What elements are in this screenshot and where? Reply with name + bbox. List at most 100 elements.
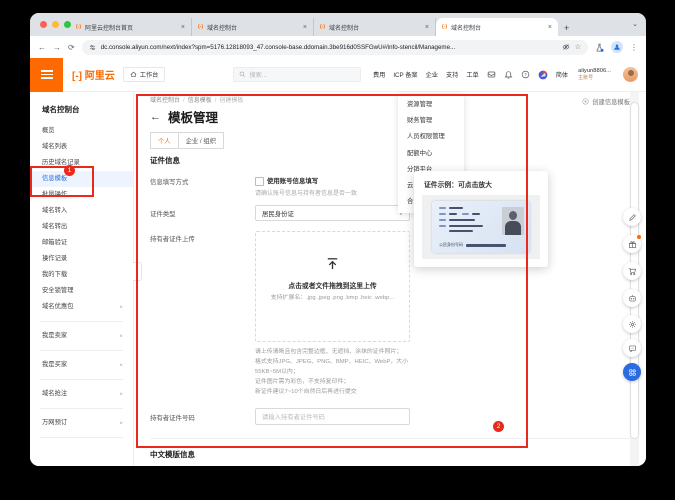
breadcrumb: 域名控制台 / 信息模板 / 创建模板 bbox=[150, 98, 244, 104]
sidebar-collapse-handle[interactable]: ‹ bbox=[133, 262, 142, 281]
browser-tab[interactable]: (-) 域名控制台 × bbox=[314, 18, 436, 36]
colorful-globe-icon[interactable] bbox=[538, 70, 548, 80]
cart-button[interactable] bbox=[623, 262, 641, 280]
cert-upload-dropzone[interactable]: 点击或者文件拖拽到这里上传 支持扩展名：.jpg .jpeg .png .bmp… bbox=[255, 231, 410, 342]
tab-personal[interactable]: 个人 bbox=[150, 132, 178, 149]
checkbox-label[interactable]: 使用账号信息填写 bbox=[267, 176, 318, 185]
menu-item-quota[interactable]: 配额中心 bbox=[398, 146, 464, 162]
sidebar-item-overview[interactable]: 概览 bbox=[30, 123, 133, 139]
sidebar-item-email-verify[interactable]: 邮箱验证 bbox=[30, 235, 133, 251]
promotion-gift-button[interactable] bbox=[623, 235, 641, 253]
browser-tab-active[interactable]: (-) 域名控制台 × bbox=[436, 18, 558, 36]
site-settings-icon bbox=[89, 44, 95, 50]
settings-button[interactable] bbox=[623, 315, 641, 333]
close-tab-icon[interactable]: × bbox=[181, 24, 185, 31]
use-account-info-checkbox[interactable] bbox=[255, 177, 264, 186]
back-arrow-icon[interactable]: ← bbox=[150, 111, 161, 123]
nav-icp[interactable]: ICP 备案 bbox=[393, 70, 417, 79]
divider bbox=[40, 379, 123, 380]
aliyun-logo[interactable]: [-] 阿里云 bbox=[72, 67, 115, 82]
svg-text:?: ? bbox=[524, 72, 527, 77]
back-icon[interactable]: ← bbox=[38, 43, 46, 52]
bookmark-star-icon[interactable]: ☆ bbox=[575, 43, 581, 51]
browser-tab[interactable]: (-) 域名控制台 × bbox=[192, 18, 314, 36]
omnibox[interactable]: dc.console.aliyun.com/next/index?spm=517… bbox=[81, 39, 588, 55]
sidebar-item-preorder[interactable]: 万网预订 ∨ bbox=[30, 415, 133, 431]
chrome-profile-avatar[interactable] bbox=[611, 41, 623, 53]
chevron-down-icon: ∨ bbox=[119, 420, 123, 426]
sidebar-item-transfer-in[interactable]: 域名转入 bbox=[30, 203, 133, 219]
close-tab-icon[interactable]: × bbox=[425, 24, 429, 31]
eye-off-icon[interactable] bbox=[562, 43, 570, 51]
home-icon bbox=[130, 71, 137, 77]
section-cn-template: 中文模版信息 bbox=[150, 450, 195, 459]
cert-sample-image[interactable]: 公民身份号码 bbox=[422, 195, 540, 259]
nav-support[interactable]: 支持 bbox=[446, 70, 458, 79]
tab-search-chevron-icon[interactable]: ⌄ bbox=[632, 20, 638, 28]
tab-enterprise[interactable]: 企业 / 组织 bbox=[177, 132, 225, 149]
forward-icon[interactable]: → bbox=[53, 43, 61, 52]
notification-bell-icon[interactable] bbox=[504, 70, 513, 79]
zoom-window-button[interactable] bbox=[64, 21, 71, 28]
nav-ticket[interactable]: 工单 bbox=[466, 70, 478, 79]
message-panel-icon[interactable] bbox=[487, 70, 496, 79]
assistant-button[interactable] bbox=[623, 289, 641, 307]
close-tab-icon[interactable]: × bbox=[548, 24, 552, 31]
reload-icon[interactable]: ⟳ bbox=[68, 43, 75, 52]
chat-icon bbox=[628, 345, 636, 352]
menu-item-finance[interactable]: 财务管理 bbox=[398, 113, 464, 129]
browser-tabs: (-) 阿里云控制台首页 × (-) 域名控制台 × (-) 域名控制台 × (… bbox=[70, 18, 569, 36]
cert-type-select[interactable]: 居民身份证 ∨ bbox=[255, 205, 410, 221]
sidebar-item-backorder[interactable]: 域名抢注 ∨ bbox=[30, 386, 133, 402]
breadcrumb-item[interactable]: 域名控制台 bbox=[150, 98, 180, 104]
cert-no-input[interactable]: 请输入持有者证件号码 bbox=[255, 408, 410, 425]
browser-tab[interactable]: (-) 阿里云控制台首页 × bbox=[70, 18, 192, 36]
breadcrumb-current: 创建模板 bbox=[219, 98, 244, 104]
aliyun-favicon: (-) bbox=[320, 24, 325, 30]
sidebar-item-buyer[interactable]: 我是买家 ∨ bbox=[30, 357, 133, 373]
close-window-button[interactable] bbox=[40, 21, 47, 28]
sidebar-item-security-lock[interactable]: 安全锁管理 bbox=[30, 283, 133, 299]
new-tab-button[interactable]: + bbox=[564, 23, 569, 33]
tab-title: 域名控制台 bbox=[329, 25, 360, 32]
tab-title: 域名控制台 bbox=[207, 25, 238, 32]
lang-switch[interactable]: 简体 bbox=[556, 70, 568, 79]
nav-enterprise[interactable]: 企业 bbox=[426, 70, 438, 79]
sidebar-item-domain-list[interactable]: 域名列表 bbox=[30, 139, 133, 155]
upload-icon bbox=[327, 258, 338, 270]
divider bbox=[40, 437, 123, 438]
sidebar-item-transfer-out[interactable]: 域名转出 bbox=[30, 219, 133, 235]
close-tab-icon[interactable]: × bbox=[303, 24, 307, 31]
chat-button[interactable] bbox=[623, 339, 641, 357]
sidebar-title: 域名控制台 bbox=[42, 105, 80, 114]
menu-item-resource[interactable]: 资源管理 bbox=[398, 97, 464, 113]
hamburger-menu-button[interactable] bbox=[30, 57, 63, 92]
sidebar-item-history[interactable]: 历史域名记录 bbox=[30, 155, 133, 171]
apps-launcher-button[interactable] bbox=[623, 363, 641, 381]
checkbox-hint: 请确认账号信息与持有者信息是否一致 bbox=[255, 191, 358, 197]
menu-item-ram[interactable]: 人员权限管理 bbox=[398, 129, 464, 145]
nav-billing[interactable]: 费用 bbox=[373, 70, 385, 79]
feedback-pencil-button[interactable] bbox=[623, 208, 641, 226]
header-search-input[interactable]: 搜索... bbox=[232, 67, 361, 82]
breadcrumb-item[interactable]: 信息模板 bbox=[188, 98, 212, 104]
help-icon[interactable]: ? bbox=[521, 70, 530, 79]
user-block[interactable]: aliyun8806... 主账号 bbox=[578, 68, 611, 81]
url-bar: ← → ⟳ dc.console.aliyun.com/next/index?s… bbox=[30, 36, 646, 58]
create-template-link[interactable]: 创建信息模板 bbox=[582, 97, 630, 106]
sidebar-item-downloads[interactable]: 我的下载 bbox=[30, 267, 133, 283]
sidebar-item-batch[interactable]: 批量操作 bbox=[30, 187, 133, 203]
chevron-down-icon: ∨ bbox=[119, 362, 123, 368]
sidebar-item-seller[interactable]: 我是卖家 ∨ bbox=[30, 328, 133, 344]
page-title-row: ← 模板管理 bbox=[150, 107, 218, 126]
sidebar-item-op-record[interactable]: 操作记录 bbox=[30, 251, 133, 267]
user-type-badge: 主账号 bbox=[578, 74, 594, 81]
workbench-button[interactable]: 工作台 bbox=[122, 67, 166, 82]
experiments-flask-icon[interactable] bbox=[595, 43, 604, 52]
user-avatar[interactable] bbox=[623, 67, 638, 82]
minimize-window-button[interactable] bbox=[52, 21, 59, 28]
sidebar-item-info-template[interactable]: 信息模板 bbox=[30, 171, 133, 187]
sidebar-item-coupon-pack[interactable]: 域名优惠包 ∨ bbox=[30, 299, 133, 315]
header-nav: 费用 ICP 备案 企业 支持 工单 ? 简体 aliyun8806... 主账… bbox=[373, 67, 646, 82]
chrome-menu-icon[interactable]: ⋮ bbox=[630, 43, 638, 52]
